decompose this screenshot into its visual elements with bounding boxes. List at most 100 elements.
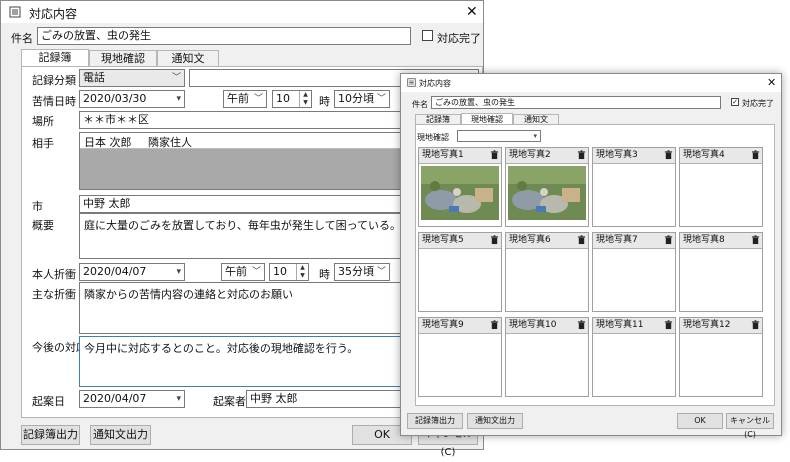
dialog-cancel-label: キャンセル(C)	[730, 416, 770, 439]
chevron-down-icon: ▾	[533, 132, 537, 140]
photo-slot-5[interactable]: 現地写真5	[418, 232, 502, 312]
subject-label: 件名	[11, 32, 33, 45]
trash-icon[interactable]	[664, 235, 673, 245]
tab-notice[interactable]: 通知文	[157, 50, 219, 67]
dialog-record-output-label: 記録簿出力	[415, 416, 455, 425]
tab-record[interactable]: 記録簿	[21, 49, 89, 67]
chevron-down-icon: ﹀	[171, 73, 181, 83]
chevron-down-icon: ﹀	[376, 267, 386, 277]
chevron-down-icon: ﹀	[253, 94, 263, 104]
close-icon[interactable]: ✕	[466, 4, 478, 20]
complete-checkbox[interactable]	[422, 30, 433, 41]
photo-slot-12[interactable]: 現地写真12	[679, 317, 763, 397]
photo-slot-label: 現地写真1	[422, 150, 464, 160]
trash-icon[interactable]	[490, 320, 499, 330]
chevron-down-icon: ﹀	[376, 94, 386, 104]
photo-slot-header: 現地写真5	[419, 233, 501, 249]
complaint-hour-value: 10	[276, 92, 290, 105]
photo-slot-7[interactable]: 現地写真7	[592, 232, 676, 312]
photo-slot-4[interactable]: 現地写真4	[679, 147, 763, 227]
trash-icon[interactable]	[664, 150, 673, 160]
drafted-date-label: 起案日	[32, 395, 65, 408]
dialog-ok-button[interactable]: OK	[677, 413, 723, 429]
trash-icon[interactable]	[577, 150, 586, 160]
negotiation-date-picker[interactable]: 2020/04/07 ▾	[79, 263, 185, 281]
record-type-label: 記録分類	[32, 74, 76, 87]
photo-slot-header: 現地写真8	[680, 233, 762, 249]
trash-icon[interactable]	[490, 235, 499, 245]
photo-slot-label: 現地写真5	[422, 235, 464, 245]
photo-slot-label: 現地写真3	[596, 150, 638, 160]
trash-icon[interactable]	[577, 320, 586, 330]
trash-icon[interactable]	[751, 320, 760, 330]
calendar-dropdown-icon: ▾	[176, 94, 181, 104]
drafted-date-picker[interactable]: 2020/04/07 ▾	[79, 390, 185, 408]
ok-label: OK	[374, 428, 390, 441]
tab-site-check[interactable]: 現地確認	[89, 50, 157, 67]
photo-slot-6[interactable]: 現地写真6	[505, 232, 589, 312]
photo-slot-header: 現地写真9	[419, 318, 501, 334]
photo-slot-header: 現地写真6	[506, 233, 588, 249]
photo-slot-label: 現地写真12	[683, 320, 731, 330]
spin-arrows-icon[interactable]: ▲ ▼	[299, 91, 311, 107]
trash-icon[interactable]	[751, 235, 760, 245]
photo-slot-1[interactable]: 現地写真1	[418, 147, 502, 227]
dialog-complete-checkbox[interactable]: ✓	[731, 98, 739, 106]
complaint-ampm-value: 午前	[227, 92, 249, 105]
tab-notice-label: 通知文	[171, 52, 205, 65]
dialog-subject-label: 件名	[412, 100, 428, 109]
photo-slot-8[interactable]: 現地写真8	[679, 232, 763, 312]
photo-slot-10[interactable]: 現地写真10	[505, 317, 589, 397]
calendar-dropdown-icon: ▾	[176, 267, 181, 277]
dialog-record-output-button[interactable]: 記録簿出力	[407, 413, 463, 429]
negotiation-date-value: 2020/04/07	[83, 265, 147, 278]
complaint-date-picker[interactable]: 2020/03/30 ▾	[79, 90, 185, 108]
complaint-ampm-select[interactable]: 午前 ﹀	[223, 90, 267, 108]
dialog-cancel-button[interactable]: キャンセル(C)	[726, 413, 774, 439]
photo-slot-header: 現地写真10	[506, 318, 588, 334]
photo-slot-3[interactable]: 現地写真3	[592, 147, 676, 227]
trash-icon[interactable]	[751, 150, 760, 160]
app-window-icon	[9, 6, 21, 18]
dialog-ok-label: OK	[694, 416, 706, 425]
negotiation-minute-value: 35分頃	[338, 265, 374, 278]
city-label: 市	[32, 200, 43, 213]
other-party-name: 日本 次郎	[84, 136, 132, 149]
dialog-subject-input[interactable]: ごみの放置、虫の発生	[431, 96, 721, 109]
photo-slot-label: 現地写真7	[596, 235, 638, 245]
subject-input[interactable]: ごみの放置、虫の発生	[37, 27, 411, 45]
photo-slot-9[interactable]: 現地写真9	[418, 317, 502, 397]
record-output-label: 記録簿出力	[23, 428, 78, 441]
record-output-button[interactable]: 記録簿出力	[21, 425, 80, 445]
site-photo-image	[508, 166, 586, 220]
photo-slot-header: 現地写真7	[593, 233, 675, 249]
complaint-minute-select[interactable]: 10分頃 ﹀	[334, 90, 390, 108]
complete-label: 対応完了	[437, 32, 481, 45]
photo-slot-header: 現地写真2	[506, 148, 588, 164]
hour-unit-label: 時	[319, 95, 330, 108]
dialog-notice-output-button[interactable]: 通知文出力	[467, 413, 523, 429]
trash-icon[interactable]	[490, 150, 499, 160]
photo-slot-2[interactable]: 現地写真2	[505, 147, 589, 227]
record-type-select[interactable]: 電話 ﹀	[79, 69, 185, 87]
site-photo-image	[421, 166, 499, 220]
main-negotiation-label: 主な折衝	[32, 288, 76, 301]
notice-output-label: 通知文出力	[93, 428, 148, 441]
negotiation-ampm-select[interactable]: 午前 ﹀	[221, 263, 265, 281]
chevron-down-icon: ﹀	[251, 267, 261, 277]
photo-slot-11[interactable]: 現地写真11	[592, 317, 676, 397]
negotiation-minute-select[interactable]: 35分頃 ﹀	[334, 263, 390, 281]
site-check-select[interactable]: ▾	[457, 130, 541, 142]
complaint-minute-value: 10分頃	[338, 92, 374, 105]
complaint-hour-stepper[interactable]: 10 ▲ ▼	[272, 90, 312, 108]
dialog-complete-label: 対応完了	[742, 99, 774, 108]
complaint-date-value: 2020/03/30	[83, 92, 147, 105]
negotiation-hour-stepper[interactable]: 10 ▲ ▼	[269, 263, 309, 281]
spin-arrows-icon[interactable]: ▲ ▼	[296, 264, 308, 280]
drafter-label: 起案者	[213, 395, 246, 408]
trash-icon[interactable]	[577, 235, 586, 245]
notice-output-button[interactable]: 通知文出力	[90, 425, 151, 445]
negotiation-hour-value: 10	[273, 265, 287, 278]
trash-icon[interactable]	[664, 320, 673, 330]
close-icon[interactable]: ✕	[767, 76, 776, 89]
